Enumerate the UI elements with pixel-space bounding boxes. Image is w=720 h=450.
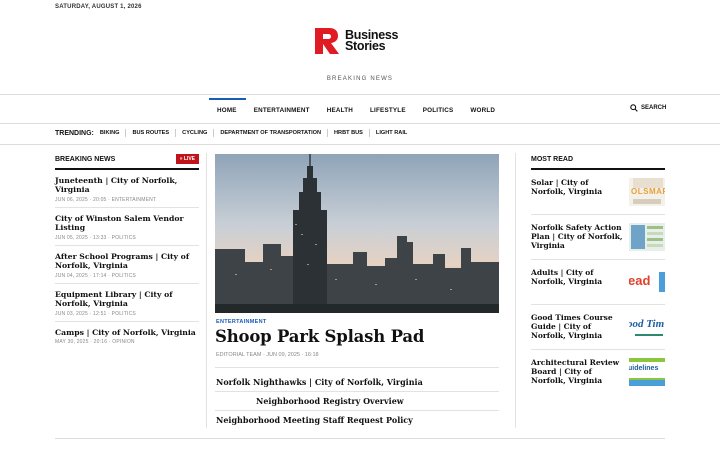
article-meta: JUN 05, 2025 · 13:33 · POLITICS [55,234,136,241]
trending-tag-dot[interactable]: DEPARTMENT OF TRANSPORTATION [213,129,327,137]
feature-headline[interactable]: Shoop Park Splash Pad [215,327,424,346]
trending-bar: TRENDING: BIKING BUS ROUTES CYCLING DEPA… [55,128,413,138]
article-title[interactable]: Juneteenth | City of Norfolk, Virginia [55,176,199,195]
course-guide-thumbnail-icon[interactable]: ood Tim [629,312,665,341]
article-title[interactable]: Camps | City of Norfolk, Virginia [55,328,199,338]
current-date: SATURDAY, AUGUST 1, 2026 [55,4,142,10]
list-item[interactable]: Solar | City of Norfolk, Virginia OLSMAR [531,170,665,215]
feature-category[interactable]: ENTERTAINMENT [216,319,267,325]
trending-divider [0,144,720,145]
nav-item-lifestyle[interactable]: LIFESTYLE [362,98,415,123]
article-title[interactable]: Norfolk Safety Action Plan | City of Nor… [531,223,623,250]
feature-image[interactable] [215,154,499,313]
site-brand-name: Business Stories [345,29,398,53]
article-meta: JUN 06, 2025 · 20:05 · ENTERTAINMENT [55,196,157,203]
site-logo[interactable]: Business Stories [313,26,398,56]
thumbnail-text: uidelines [629,364,659,372]
trending-tag-bus-routes[interactable]: BUS ROUTES [125,129,175,137]
related-divider [215,391,499,392]
search-icon [630,104,638,112]
brand-line-2: Stories [345,39,386,53]
trending-label: TRENDING: [55,129,94,137]
nav-bottom-divider [0,123,720,124]
article-title[interactable]: Solar | City of Norfolk, Virginia [531,178,623,196]
article-meta: JUN 03, 2025 · 12:51 · POLITICS [55,310,136,317]
article-title[interactable]: Good Times Course Guide | City of Norfol… [531,313,623,340]
related-article-link[interactable]: Neighborhood Registry Overview [256,396,404,406]
column-divider-right [515,153,516,428]
city-skyline-image [215,154,499,313]
most-read-panel: MOST READ Solar | City of Norfolk, Virgi… [531,153,665,395]
nav-item-home[interactable]: HOME [209,98,246,123]
article-title[interactable]: After School Programs | City of Norfolk,… [55,252,199,271]
safety-plan-thumbnail-icon[interactable] [629,222,665,251]
list-item[interactable]: Juneteenth | City of Norfolk, Virginia J… [55,170,199,208]
nav-top-divider [0,94,720,95]
solar-thumbnail-icon[interactable]: OLSMAR [629,177,665,206]
list-item[interactable]: Norfolk Safety Action Plan | City of Nor… [531,215,665,260]
most-read-title: MOST READ [531,155,573,163]
list-item[interactable]: Adults | City of Norfolk, Virginia ead [531,260,665,305]
adults-thumbnail-icon[interactable]: ead [629,267,665,296]
article-title[interactable]: City of Winston Salem Vendor Listing [55,214,199,233]
list-item[interactable]: After School Programs | City of Norfolk,… [55,246,199,284]
thumbnail-text: OLSMAR [631,186,665,196]
article-title[interactable]: Architectural Review Board | City of Nor… [531,358,623,385]
list-item[interactable]: Architectural Review Board | City of Nor… [531,350,665,395]
nav-item-politics[interactable]: POLITICS [415,98,463,123]
search-label: SEARCH [641,105,667,111]
feature-byline: EDITORIAL TEAM · JUN 09, 2025 · 16:18 [216,352,319,358]
trending-tag-hrbt-bus[interactable]: HRBT BUS [327,129,369,137]
nav-item-entertainment[interactable]: ENTERTAINMENT [246,98,319,123]
trending-tag-biking[interactable]: BIKING [100,129,126,137]
nav-item-world[interactable]: WORLD [462,98,504,123]
article-meta: JUN 04, 2025 · 17:14 · POLITICS [55,272,136,279]
logo-mark-icon [315,28,339,54]
thumbnail-text: ood Tim [629,317,665,330]
article-title[interactable]: Equipment Library | City of Norfolk, Vir… [55,290,199,309]
main-nav: HOME ENTERTAINMENT HEALTH LIFESTYLE POLI… [209,98,504,123]
related-article-link[interactable]: Neighborhood Meeting Staff Request Polic… [216,415,413,425]
list-item[interactable]: Equipment Library | City of Norfolk, Vir… [55,284,199,322]
nav-item-health[interactable]: HEALTH [319,98,362,123]
list-item[interactable]: City of Winston Salem Vendor Listing JUN… [55,208,199,246]
article-title[interactable]: Adults | City of Norfolk, Virginia [531,268,623,286]
article-meta: MAY 30, 2025 · 20:16 · OPINION [55,339,135,345]
guidelines-thumbnail-icon[interactable]: uidelines [629,357,665,386]
footer-divider [55,438,665,439]
related-divider [215,367,499,368]
trending-tag-light-rail[interactable]: LIGHT RAIL [368,129,413,137]
column-divider-left [206,153,207,428]
related-divider [215,410,499,411]
thumbnail-text: ead [629,272,651,288]
related-article-link[interactable]: Norfolk Nighthawks | City of Norfolk, Vi… [216,377,423,387]
list-item[interactable]: Good Times Course Guide | City of Norfol… [531,305,665,350]
search-button[interactable]: SEARCH [630,104,666,112]
breaking-news-title: BREAKING NEWS [55,155,116,163]
list-item[interactable]: Camps | City of Norfolk, Virginia MAY 30… [55,322,199,350]
breaking-news-panel: BREAKING NEWS » LIVE Juneteenth | City o… [55,153,199,349]
trending-tag-cycling[interactable]: CYCLING [175,129,213,137]
site-tagline: BREAKING NEWS [326,76,394,82]
live-badge[interactable]: » LIVE [175,154,199,164]
